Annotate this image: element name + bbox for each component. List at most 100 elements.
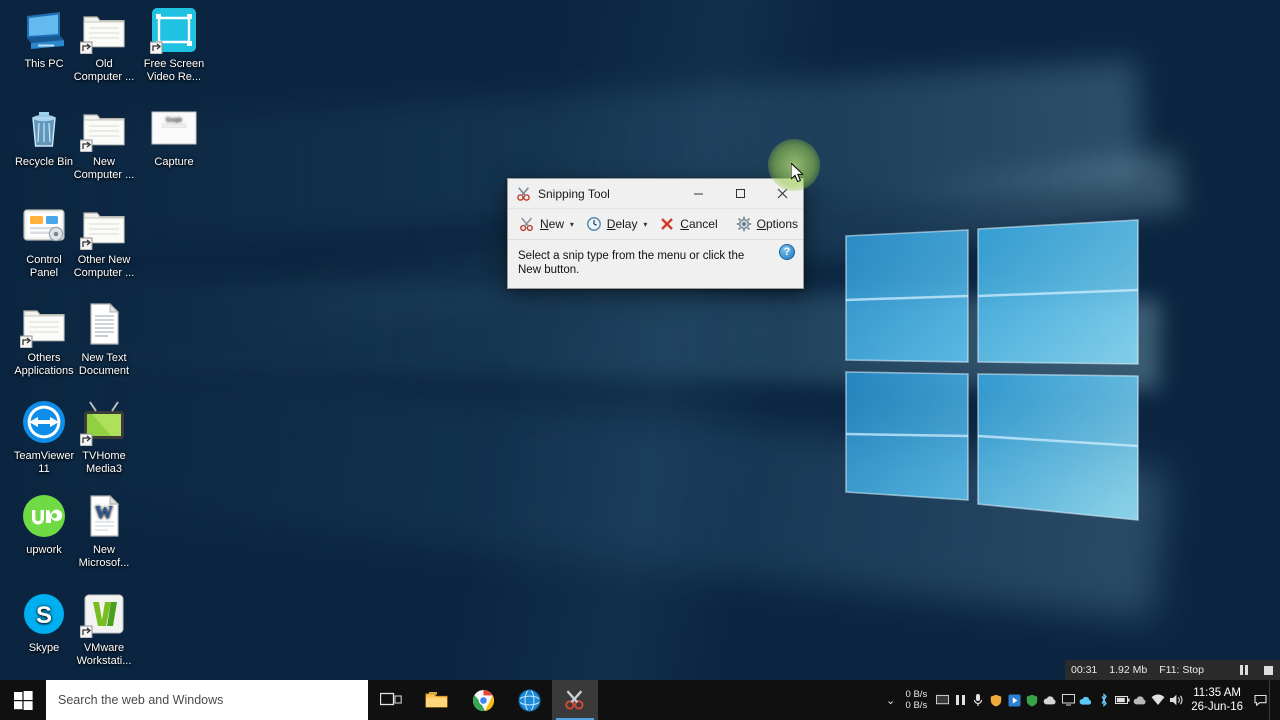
options-label: Options — [756, 217, 798, 231]
mic-icon[interactable] — [969, 680, 987, 720]
browser-globe-icon — [517, 688, 541, 712]
show-desktop-button[interactable] — [1269, 680, 1276, 720]
snipping-tool-body: Select a snip type from the menu or clic… — [508, 240, 803, 277]
cloud2-icon[interactable] — [1131, 680, 1149, 720]
light-ray — [0, 349, 1168, 620]
snipping-tool-taskbar-button[interactable] — [552, 680, 598, 720]
file-explorer-button[interactable] — [414, 680, 460, 720]
screen-icon[interactable] — [1059, 680, 1077, 720]
desktop-icon-new-text-document[interactable]: New Text Document — [64, 300, 144, 377]
recorder-hotkey: F11: Stop — [1159, 664, 1204, 676]
desktop-icon-new-computer[interactable]: New Computer ... — [64, 104, 144, 181]
windows-logo-icon — [13, 690, 33, 710]
folder-icon — [425, 692, 448, 708]
start-button[interactable] — [0, 680, 46, 720]
clock[interactable]: 11:35 AM 26-Jun-16 — [1185, 686, 1251, 714]
vmware-workstation-icon — [79, 590, 128, 639]
snipping-tool-window[interactable]: Snipping Tool New ▾ Delay ▾ Cancel Optio… — [507, 178, 804, 289]
show-hidden-icons-button[interactable]: ⌄ — [882, 680, 900, 720]
cancel-button[interactable]: Cancel — [654, 212, 722, 237]
cancel-icon — [659, 216, 675, 232]
mouse-cursor — [790, 161, 805, 183]
new-text-document-icon — [80, 300, 128, 348]
desktop-icon-label: New Text Document — [78, 352, 130, 377]
desktop-icon-tvhome-media3[interactable]: TVHome Media3 — [64, 398, 144, 475]
delay-dropdown-caret[interactable]: ▾ — [642, 220, 648, 229]
desktop-icon-vmware-workstation[interactable]: VMware Workstati... — [64, 590, 144, 667]
skype-icon: S — [20, 590, 68, 638]
delay-label: Delay — [606, 217, 638, 231]
recorder-stop-button[interactable] — [1256, 660, 1280, 680]
snipping-tool-icon — [516, 186, 532, 202]
bluetooth-icon[interactable] — [1095, 680, 1113, 720]
desktop-icon-other-new-computer[interactable]: Other New Computer ... — [64, 202, 144, 279]
delay-button[interactable]: Delay — [581, 212, 643, 237]
recorder-elapsed: 00:31 — [1071, 664, 1098, 676]
minimize-button[interactable] — [677, 179, 719, 208]
control-panel-icon — [20, 202, 68, 250]
desktop-icon-label: New Microsof... — [78, 544, 130, 569]
desktop-icon-label: Other New Computer ... — [73, 254, 135, 279]
desktop-icon-free-screen-video[interactable]: Free Screen Video Re... — [134, 6, 214, 83]
onedrive-icon[interactable] — [1077, 680, 1095, 720]
net-download: 0 B/s — [905, 700, 928, 711]
chrome-icon — [472, 689, 494, 711]
action-center-icon[interactable] — [1251, 680, 1269, 720]
new-snip-dropdown-caret[interactable]: ▾ — [569, 220, 575, 229]
taskbar: Search the web and Windows ⌄ 0 B/s 0 B/s… — [0, 680, 1280, 720]
windows-logo-art — [830, 200, 1160, 540]
light-ray — [0, 275, 1161, 390]
snipping-tool-toolbar: New ▾ Delay ▾ Cancel Options — [508, 209, 803, 240]
maximize-button[interactable] — [719, 179, 761, 208]
scissors-icon — [565, 690, 584, 710]
desktop-icon-old-computer[interactable]: Old Computer ... — [64, 6, 144, 83]
recycle-bin-icon — [20, 104, 68, 152]
others-applications-icon — [19, 300, 68, 349]
browser-button[interactable] — [506, 680, 552, 720]
new-snip-label: New — [540, 217, 565, 231]
teamviewer-11-icon — [20, 398, 68, 446]
shield-icon[interactable] — [987, 680, 1005, 720]
monitor-icon[interactable] — [933, 680, 951, 720]
upwork-icon — [20, 492, 68, 540]
net-upload: 0 B/s — [905, 689, 928, 700]
desktop-icon-new-microsoft-word[interactable]: W New Microsof... — [64, 492, 144, 569]
options-button[interactable]: Options — [731, 212, 803, 237]
task-view-icon — [380, 692, 402, 706]
battery-icon[interactable] — [1113, 680, 1131, 720]
desktop-icon-capture[interactable]: Google Capture — [134, 104, 214, 169]
other-new-computer-icon — [79, 202, 128, 251]
desktop-icon-label: Free Screen Video Re... — [143, 58, 205, 83]
shield2-icon[interactable] — [1023, 680, 1041, 720]
desktop-icon-label: Capture — [154, 156, 194, 168]
old-computer-icon — [79, 6, 128, 55]
volume-icon[interactable] — [1167, 680, 1185, 720]
recorder-pause-button[interactable] — [1232, 660, 1256, 680]
search-placeholder: Search the web and Windows — [58, 693, 224, 707]
cloud-icon[interactable] — [1041, 680, 1059, 720]
gear-icon — [736, 216, 752, 232]
system-tray: ⌄ 0 B/s 0 B/s 11:35 AM 26-Jun-16 — [882, 680, 1280, 720]
scissors-icon — [519, 216, 535, 232]
this-pc-icon — [20, 6, 68, 54]
clock-date: 26-Jun-16 — [1191, 701, 1243, 713]
snipping-tool-title: Snipping Tool — [538, 186, 610, 201]
help-icon[interactable]: ? — [779, 244, 795, 260]
tvhome-media3-icon — [79, 398, 128, 447]
network-speed-indicator: 0 B/s 0 B/s — [900, 689, 934, 711]
recorder-size: 1.92 Mb — [1109, 664, 1148, 676]
screen-recorder-overlay: 00:31 1.92 Mb F11: Stop — [1065, 660, 1280, 680]
new-computer-icon — [79, 104, 128, 153]
search-input[interactable]: Search the web and Windows — [46, 680, 368, 720]
clock-time: 11:35 AM — [1193, 687, 1241, 699]
pause-icon[interactable] — [951, 680, 969, 720]
new-snip-button[interactable]: New — [514, 212, 569, 237]
network-icon[interactable] — [1149, 680, 1167, 720]
google-chrome-button[interactable] — [460, 680, 506, 720]
svg-text:W: W — [95, 502, 113, 522]
task-view-button[interactable] — [368, 680, 414, 720]
snipping-tool-titlebar[interactable]: Snipping Tool — [508, 179, 803, 209]
instruction-text: Select a snip type from the menu or clic… — [518, 250, 745, 276]
clock-icon — [586, 216, 602, 232]
media-icon[interactable] — [1005, 680, 1023, 720]
